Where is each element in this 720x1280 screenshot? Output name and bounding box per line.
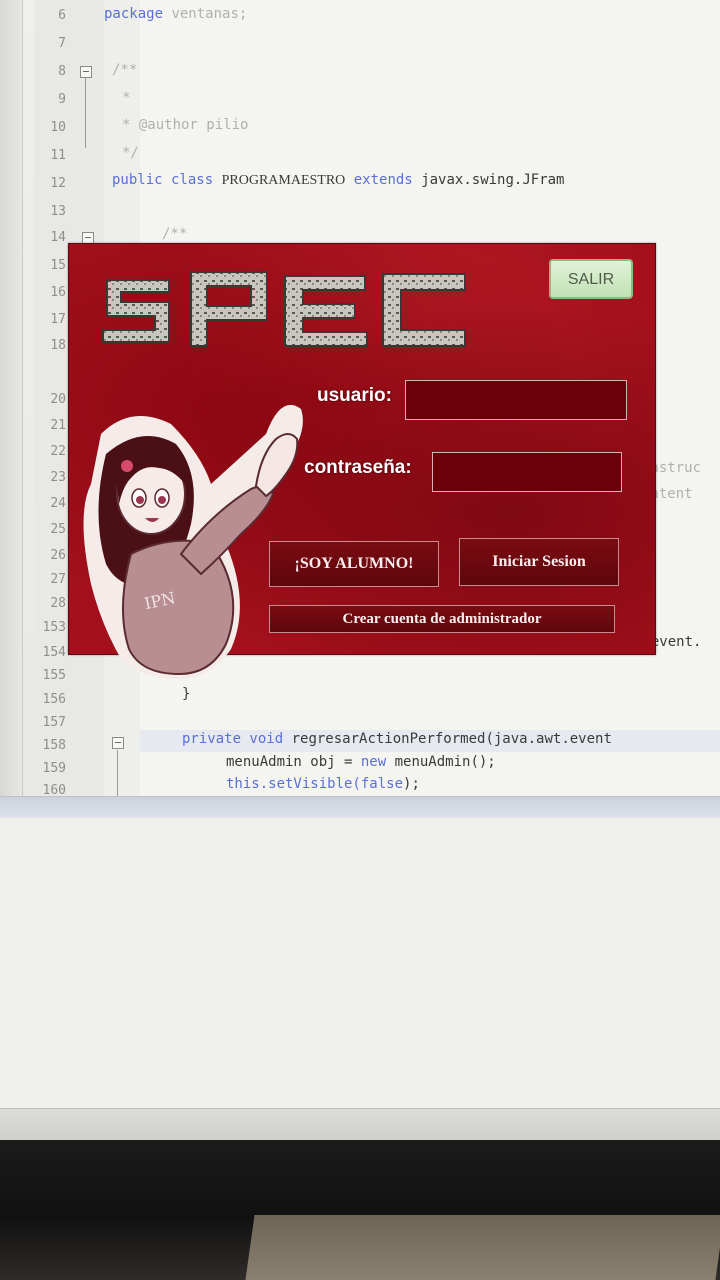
line-number: 6 bbox=[58, 8, 66, 23]
username-label: usuario: bbox=[317, 385, 392, 406]
line-number: 13 bbox=[50, 204, 66, 219]
ide-splitter-bar[interactable] bbox=[0, 796, 720, 819]
code-line: private void regresarActionPerformed(jav… bbox=[182, 731, 612, 747]
code-text: regresarActionPerformed(java.awt.event bbox=[291, 731, 612, 747]
exit-button[interactable]: SALIR bbox=[549, 259, 633, 299]
line-number: 10 bbox=[50, 120, 66, 135]
code-text: javax.swing.JFram bbox=[421, 172, 565, 188]
code-keyword: public class bbox=[112, 172, 214, 188]
password-input[interactable] bbox=[432, 452, 622, 492]
code-keyword: new bbox=[360, 754, 387, 770]
output-panel bbox=[0, 818, 720, 1110]
fold-guide bbox=[117, 750, 118, 796]
line-number: 159 bbox=[42, 761, 66, 776]
code-line: */ bbox=[122, 145, 139, 161]
line-number: 11 bbox=[50, 148, 66, 163]
code-line: /** bbox=[162, 226, 188, 242]
line-number: 157 bbox=[42, 715, 66, 730]
line-number: 8 bbox=[58, 64, 66, 79]
line-number: 158 bbox=[42, 738, 66, 753]
code-line: this.setVisible(false); bbox=[226, 776, 420, 792]
code-text: ); bbox=[403, 776, 420, 792]
code-keyword: private void bbox=[182, 731, 284, 747]
code-line: /** bbox=[112, 62, 138, 78]
code-line: package ventanas; bbox=[104, 6, 247, 22]
spec-logo bbox=[102, 271, 466, 347]
spec-login-window: SALIR usuario: contraseña: ¡SOY ALUMNO! … bbox=[68, 243, 656, 679]
desk-surface bbox=[245, 1215, 720, 1280]
code-line: menuAdmin obj = new menuAdmin(); bbox=[226, 754, 496, 770]
line-number: 156 bbox=[42, 692, 66, 707]
password-label: contraseña: bbox=[304, 457, 412, 478]
code-line: } bbox=[182, 686, 191, 702]
code-text: PROGRAMAESTRO bbox=[221, 173, 346, 188]
code-line: * bbox=[122, 90, 131, 106]
code-keyword: package bbox=[104, 6, 164, 22]
line-number: 15 bbox=[50, 258, 66, 273]
code-line: * @author pilio bbox=[122, 117, 249, 133]
code-line: public class PROGRAMAESTRO extends javax… bbox=[112, 172, 564, 189]
line-number: 18 bbox=[50, 338, 66, 353]
fold-toggle-icon[interactable] bbox=[80, 66, 92, 78]
monitor-screen: 6 7 8 9 10 11 12 13 14 15 16 17 18 20 21… bbox=[0, 0, 720, 1140]
login-button[interactable]: Iniciar Sesion bbox=[459, 538, 619, 586]
line-number: 9 bbox=[58, 92, 66, 107]
code-text: ventanas; bbox=[171, 6, 248, 22]
line-number: 12 bbox=[50, 176, 66, 191]
ide-status-bar bbox=[0, 1108, 720, 1140]
ide-left-strip bbox=[0, 0, 23, 800]
code-text: menuAdmin(); bbox=[386, 754, 496, 770]
code-keyword: this.setVisible( bbox=[226, 776, 361, 792]
line-number: 14 bbox=[50, 230, 66, 245]
line-number: 7 bbox=[58, 36, 66, 51]
fold-guide bbox=[85, 78, 86, 148]
line-number: 17 bbox=[50, 312, 66, 327]
code-keyword: false bbox=[360, 776, 404, 792]
line-number: 16 bbox=[50, 285, 66, 300]
fold-toggle-icon[interactable] bbox=[112, 737, 124, 749]
username-input[interactable] bbox=[405, 380, 627, 420]
mascot-illustration: IPN bbox=[83, 404, 303, 679]
code-text: menuAdmin obj = bbox=[226, 754, 361, 770]
code-keyword: extends bbox=[353, 172, 413, 188]
create-admin-button[interactable]: Crear cuenta de administrador bbox=[269, 605, 615, 633]
